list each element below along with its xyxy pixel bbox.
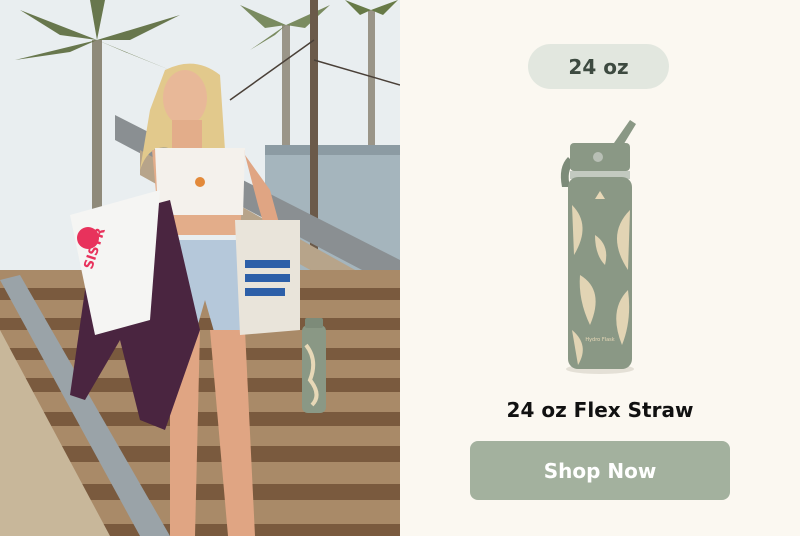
shop-now-button[interactable]: Shop Now	[470, 441, 730, 500]
lifestyle-photo: SISTR	[0, 0, 400, 536]
bottle-image[interactable]: Hydro Flask	[550, 115, 650, 380]
product-card: SISTR 24 oz Hydro Flask 24 oz Flex Straw…	[0, 0, 800, 536]
lifestyle-illustration: SISTR	[0, 0, 400, 536]
product-panel: 24 oz Hydro Flask 24 oz Flex Straw Shop …	[400, 0, 800, 536]
bottle-brand-text: Hydro Flask	[585, 337, 614, 343]
product-title[interactable]: 24 oz Flex Straw	[400, 398, 800, 422]
size-badge[interactable]: 24 oz	[528, 44, 669, 89]
